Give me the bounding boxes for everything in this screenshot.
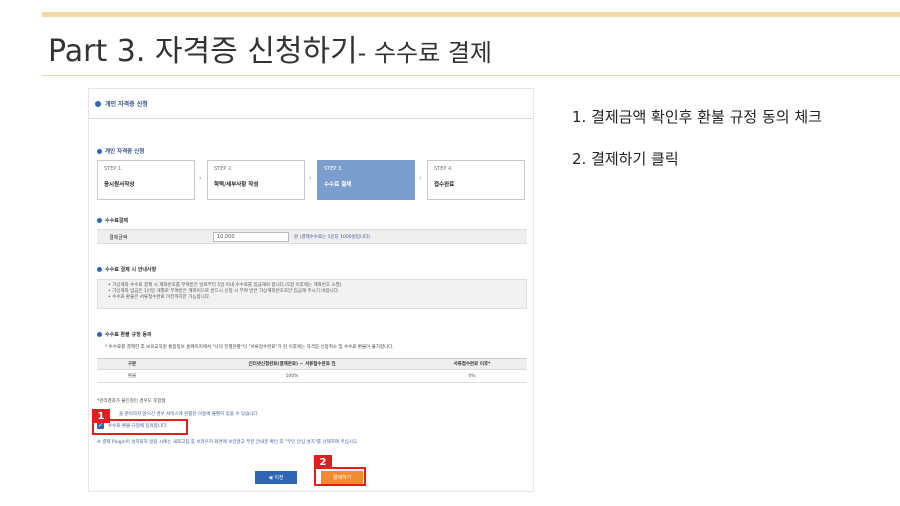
title-rule	[42, 75, 900, 76]
instruction-item: 2. 결제하기 클릭	[572, 150, 679, 168]
info-note: 을 준비하지 않으신 경우 서비스에 원활한 이용에 불편이 있을 수 있습니다…	[119, 412, 259, 417]
refund-table: 구분 인터넷신청완료(결제완료) ~ 서류접수완료 전 서류접수완료 이후* 환…	[97, 358, 527, 383]
step-3-active: STEP 3. 수수료 결제	[317, 160, 415, 200]
step-number: STEP 2.	[214, 166, 233, 172]
fee-amount-field: 10,000	[213, 232, 289, 242]
fee-row: 결제금액 10,000 원 (결제수수료는 1인당 1000원입니다)	[97, 229, 527, 244]
bullet-icon	[97, 218, 102, 223]
step-label: 학력/세부사항 작성	[214, 182, 259, 188]
exam-note: *관리결과가 불인정인 경우도 포함됨	[97, 399, 166, 404]
bullet-icon	[97, 267, 102, 272]
notice-box: • 가상계좌 수수료 결제 시 계좌번호를 부여받은 날로부터 5일 이내 수수…	[97, 279, 527, 309]
step-number: STEP 1.	[104, 166, 123, 172]
slide-title-sub: - 수수료 결제	[357, 39, 492, 67]
refund-section-title: 수수료 환불 규정 동의	[97, 331, 152, 338]
table-header: 구분	[97, 358, 167, 370]
chevron-right-icon: ›	[309, 174, 312, 182]
fee-section-title-text: 수수료결제	[105, 218, 129, 224]
notice-section-title-text: 수수료 결제 시 안내사항	[105, 267, 157, 273]
table-cell: 0%	[417, 369, 527, 383]
refund-note: * 수수료를 결제한 후 보육교직원 통합정보 홈페이지에서 "나의 진행현황"…	[105, 345, 394, 350]
chevron-right-icon: ›	[199, 174, 202, 182]
section-title: 개인 자격증 신청	[97, 147, 144, 155]
bullet-icon	[97, 148, 102, 154]
slide-title-main: Part 3. 자격증 신청하기	[48, 34, 358, 69]
chevron-right-icon: ›	[419, 174, 422, 182]
prev-button-label: 이전	[274, 475, 284, 481]
arrow-left-icon: ◀	[268, 474, 273, 481]
step-label: 접수완료	[434, 182, 455, 188]
step-2: STEP 2. 학력/세부사항 작성	[207, 160, 305, 200]
bullet-icon	[97, 332, 102, 337]
table-header-row: 구분 인터넷신청완료(결제완료) ~ 서류접수완료 전 서류접수완료 이후*	[97, 358, 527, 370]
step-label: 수수료 결제	[324, 182, 352, 188]
fee-label: 결제금액	[109, 235, 128, 241]
section-title-text: 개인 자격증 신청	[105, 149, 145, 155]
page-header: 개인 자격증 신청	[89, 89, 533, 119]
notice-section-title: 수수료 결제 시 안내사항	[97, 266, 156, 273]
table-row: 환불 100% 0%	[97, 369, 527, 383]
plugin-warning: ※ 결제 Plugin이 설치되지 않을 시에는 새로고침 후 브라우저 화면에…	[97, 440, 359, 445]
instruction-item: 1. 결제금액 확인후 환불 규정 동의 체크	[572, 108, 822, 126]
prev-button[interactable]: ◀ 이전	[255, 471, 297, 484]
page-header-title: 개인 자격증 신청	[105, 101, 148, 108]
step-1: STEP 1. 응시원서작성	[97, 160, 195, 200]
table-header: 서류접수완료 이후*	[417, 358, 527, 370]
instruction-list: 1. 결제금액 확인후 환불 규정 동의 체크 2. 결제하기 클릭	[572, 106, 822, 190]
slide-title: Part 3. 자격증 신청하기- 수수료 결제	[48, 26, 492, 70]
step-4: STEP 4. 접수완료	[427, 160, 525, 200]
callout-box-2	[314, 467, 366, 486]
bullet-icon	[95, 100, 101, 107]
notice-line: • 수수료 환불은 서류접수완료 이전까지만 가능합니다.	[108, 295, 211, 300]
fee-section-title: 수수료결제	[97, 217, 128, 224]
table-header: 인터넷신청완료(결제완료) ~ 서류접수완료 전	[167, 358, 417, 370]
step-progress: STEP 1. 응시원서작성 › STEP 2. 학력/세부사항 작성 › ST…	[97, 160, 527, 200]
step-number: STEP 3.	[324, 166, 343, 172]
top-accent-line	[42, 12, 900, 17]
table-cell: 100%	[167, 369, 417, 383]
fee-note: 원 (결제수수료는 1인당 1000원입니다)	[294, 235, 370, 240]
step-label: 응시원서작성	[104, 182, 135, 188]
table-cell: 환불	[97, 369, 167, 383]
callout-box-1	[92, 419, 188, 435]
refund-section-title-text: 수수료 환불 규정 동의	[105, 332, 152, 338]
step-number: STEP 4.	[434, 166, 453, 172]
